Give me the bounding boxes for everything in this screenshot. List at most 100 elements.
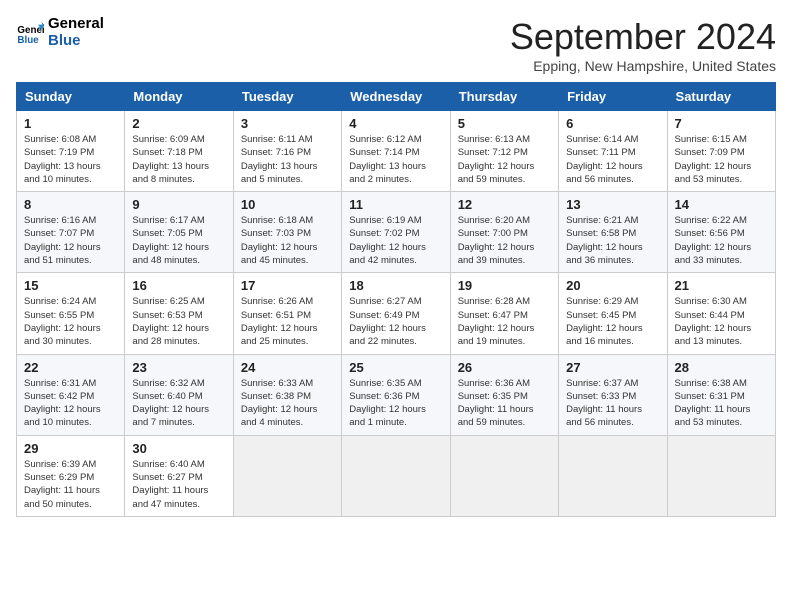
cell-text: Sunrise: 6:25 AM Sunset: 6:53 PM Dayligh… — [132, 295, 225, 348]
cell-text: Sunrise: 6:20 AM Sunset: 7:00 PM Dayligh… — [458, 214, 551, 267]
calendar-cell: 13 Sunrise: 6:21 AM Sunset: 6:58 PM Dayli… — [559, 192, 667, 273]
day-header-friday: Friday — [559, 83, 667, 111]
day-number: 29 — [24, 441, 117, 456]
calendar-cell: 25 Sunrise: 6:35 AM Sunset: 6:36 PM Dayli… — [342, 354, 450, 435]
day-number: 14 — [675, 197, 768, 212]
cell-text: Sunrise: 6:37 AM Sunset: 6:33 PM Dayligh… — [566, 377, 659, 430]
calendar-cell: 23 Sunrise: 6:32 AM Sunset: 6:40 PM Dayli… — [125, 354, 233, 435]
day-number: 28 — [675, 360, 768, 375]
cell-text: Sunrise: 6:27 AM Sunset: 6:49 PM Dayligh… — [349, 295, 442, 348]
day-number: 25 — [349, 360, 442, 375]
calendar-cell: 6Sunrise: 6:14 AM Sunset: 7:11 PM Daylig… — [559, 111, 667, 192]
day-number: 9 — [132, 197, 225, 212]
day-number: 16 — [132, 278, 225, 293]
title-block: September 2024 Epping, New Hampshire, Un… — [510, 16, 776, 74]
day-number: 24 — [241, 360, 334, 375]
calendar-cell: 1 Sunrise: 6:08 AM Sunset: 7:19 PM Daylig… — [17, 111, 125, 192]
calendar-cell — [559, 435, 667, 516]
cell-text: Sunrise: 6:24 AM Sunset: 6:55 PM Dayligh… — [24, 295, 117, 348]
cell-text: Sunrise: 6:30 AM Sunset: 6:44 PM Dayligh… — [675, 295, 768, 348]
calendar-cell: 26 Sunrise: 6:36 AM Sunset: 6:35 PM Dayli… — [450, 354, 558, 435]
cell-text: Sunrise: 6:39 AM Sunset: 6:29 PM Dayligh… — [24, 458, 117, 511]
cell-text: Sunrise: 6:33 AM Sunset: 6:38 PM Dayligh… — [241, 377, 334, 430]
day-header-monday: Monday — [125, 83, 233, 111]
calendar-week-row: 29 Sunrise: 6:39 AM Sunset: 6:29 PM Dayli… — [17, 435, 776, 516]
cell-text: Sunrise: 6:40 AM Sunset: 6:27 PM Dayligh… — [132, 458, 225, 511]
cell-text: Sunrise: 6:13 AM Sunset: 7:12 PM Dayligh… — [458, 133, 551, 186]
cell-text: Sunrise: 6:21 AM Sunset: 6:58 PM Dayligh… — [566, 214, 659, 267]
calendar-cell: 16 Sunrise: 6:25 AM Sunset: 6:53 PM Dayli… — [125, 273, 233, 354]
day-number: 19 — [458, 278, 551, 293]
day-header-saturday: Saturday — [667, 83, 775, 111]
day-number: 27 — [566, 360, 659, 375]
calendar-cell: 29 Sunrise: 6:39 AM Sunset: 6:29 PM Dayli… — [17, 435, 125, 516]
calendar-table: SundayMondayTuesdayWednesdayThursdayFrid… — [16, 82, 776, 517]
logo: General Blue General Blue — [16, 16, 104, 49]
calendar-cell: 15Sunrise: 6:24 AM Sunset: 6:55 PM Dayli… — [17, 273, 125, 354]
day-number: 17 — [241, 278, 334, 293]
calendar-cell: 24 Sunrise: 6:33 AM Sunset: 6:38 PM Dayli… — [233, 354, 341, 435]
calendar-cell: 9Sunrise: 6:17 AM Sunset: 7:05 PM Daylig… — [125, 192, 233, 273]
calendar-cell: 4 Sunrise: 6:12 AM Sunset: 7:14 PM Daylig… — [342, 111, 450, 192]
calendar-cell: 21 Sunrise: 6:30 AM Sunset: 6:44 PM Dayli… — [667, 273, 775, 354]
cell-text: Sunrise: 6:38 AM Sunset: 6:31 PM Dayligh… — [675, 377, 768, 430]
calendar-header-row: SundayMondayTuesdayWednesdayThursdayFrid… — [17, 83, 776, 111]
calendar-cell: 12Sunrise: 6:20 AM Sunset: 7:00 PM Dayli… — [450, 192, 558, 273]
day-number: 30 — [132, 441, 225, 456]
cell-text: Sunrise: 6:14 AM Sunset: 7:11 PM Dayligh… — [566, 133, 659, 186]
day-number: 13 — [566, 197, 659, 212]
calendar-week-row: 1 Sunrise: 6:08 AM Sunset: 7:19 PM Daylig… — [17, 111, 776, 192]
day-number: 1 — [24, 116, 117, 131]
day-header-wednesday: Wednesday — [342, 83, 450, 111]
day-header-thursday: Thursday — [450, 83, 558, 111]
cell-text: Sunrise: 6:22 AM Sunset: 6:56 PM Dayligh… — [675, 214, 768, 267]
calendar-week-row: 15Sunrise: 6:24 AM Sunset: 6:55 PM Dayli… — [17, 273, 776, 354]
cell-text: Sunrise: 6:15 AM Sunset: 7:09 PM Dayligh… — [675, 133, 768, 186]
calendar-cell — [342, 435, 450, 516]
cell-text: Sunrise: 6:35 AM Sunset: 6:36 PM Dayligh… — [349, 377, 442, 430]
day-number: 11 — [349, 197, 442, 212]
calendar-cell: 11Sunrise: 6:19 AM Sunset: 7:02 PM Dayli… — [342, 192, 450, 273]
calendar-cell: 22Sunrise: 6:31 AM Sunset: 6:42 PM Dayli… — [17, 354, 125, 435]
location: Epping, New Hampshire, United States — [510, 58, 776, 74]
cell-text: Sunrise: 6:32 AM Sunset: 6:40 PM Dayligh… — [132, 377, 225, 430]
calendar-week-row: 22Sunrise: 6:31 AM Sunset: 6:42 PM Dayli… — [17, 354, 776, 435]
month-title: September 2024 — [510, 16, 776, 58]
day-number: 23 — [132, 360, 225, 375]
calendar-cell: 28 Sunrise: 6:38 AM Sunset: 6:31 PM Dayli… — [667, 354, 775, 435]
day-header-sunday: Sunday — [17, 83, 125, 111]
calendar-cell: 14 Sunrise: 6:22 AM Sunset: 6:56 PM Dayli… — [667, 192, 775, 273]
day-number: 21 — [675, 278, 768, 293]
day-number: 2 — [132, 116, 225, 131]
calendar-cell: 19 Sunrise: 6:28 AM Sunset: 6:47 PM Dayli… — [450, 273, 558, 354]
calendar-cell — [450, 435, 558, 516]
calendar-week-row: 8 Sunrise: 6:16 AM Sunset: 7:07 PM Daylig… — [17, 192, 776, 273]
cell-text: Sunrise: 6:12 AM Sunset: 7:14 PM Dayligh… — [349, 133, 442, 186]
page-header: General Blue General Blue September 2024… — [16, 16, 776, 74]
cell-text: Sunrise: 6:28 AM Sunset: 6:47 PM Dayligh… — [458, 295, 551, 348]
cell-text: Sunrise: 6:16 AM Sunset: 7:07 PM Dayligh… — [24, 214, 117, 267]
calendar-cell: 5 Sunrise: 6:13 AM Sunset: 7:12 PM Daylig… — [450, 111, 558, 192]
calendar-cell: 2Sunrise: 6:09 AM Sunset: 7:18 PM Daylig… — [125, 111, 233, 192]
day-number: 18 — [349, 278, 442, 293]
cell-text: Sunrise: 6:29 AM Sunset: 6:45 PM Dayligh… — [566, 295, 659, 348]
cell-text: Sunrise: 6:08 AM Sunset: 7:19 PM Dayligh… — [24, 133, 117, 186]
day-number: 22 — [24, 360, 117, 375]
logo-icon: General Blue — [16, 19, 44, 47]
cell-text: Sunrise: 6:11 AM Sunset: 7:16 PM Dayligh… — [241, 133, 334, 186]
calendar-cell: 8 Sunrise: 6:16 AM Sunset: 7:07 PM Daylig… — [17, 192, 125, 273]
day-number: 5 — [458, 116, 551, 131]
day-number: 8 — [24, 197, 117, 212]
cell-text: Sunrise: 6:18 AM Sunset: 7:03 PM Dayligh… — [241, 214, 334, 267]
day-number: 7 — [675, 116, 768, 131]
day-number: 4 — [349, 116, 442, 131]
day-number: 20 — [566, 278, 659, 293]
cell-text: Sunrise: 6:36 AM Sunset: 6:35 PM Dayligh… — [458, 377, 551, 430]
day-header-tuesday: Tuesday — [233, 83, 341, 111]
calendar-cell: 27 Sunrise: 6:37 AM Sunset: 6:33 PM Dayli… — [559, 354, 667, 435]
calendar-cell — [233, 435, 341, 516]
calendar-cell: 20 Sunrise: 6:29 AM Sunset: 6:45 PM Dayli… — [559, 273, 667, 354]
day-number: 26 — [458, 360, 551, 375]
calendar-cell: 18 Sunrise: 6:27 AM Sunset: 6:49 PM Dayli… — [342, 273, 450, 354]
calendar-cell: 3Sunrise: 6:11 AM Sunset: 7:16 PM Daylig… — [233, 111, 341, 192]
